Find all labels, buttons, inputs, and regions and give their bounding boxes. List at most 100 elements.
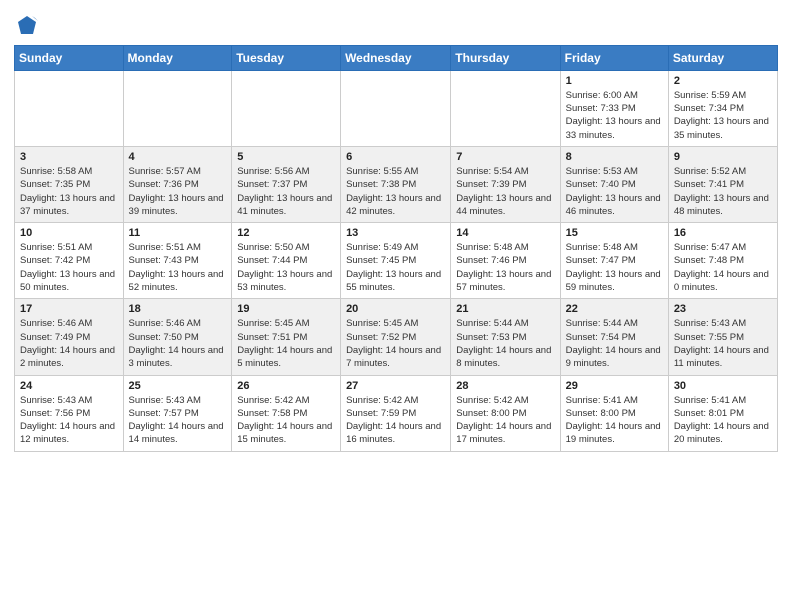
day-info: Sunrise: 6:00 AMSunset: 7:33 PMDaylight:… [566, 89, 663, 142]
calendar-cell: 4Sunrise: 5:57 AMSunset: 7:36 PMDaylight… [123, 146, 232, 222]
logo-icon [16, 14, 38, 36]
day-info: Sunrise: 5:41 AMSunset: 8:00 PMDaylight:… [566, 394, 663, 447]
day-number: 6 [346, 151, 445, 163]
day-number: 29 [566, 380, 663, 392]
weekday-header-sunday: Sunday [15, 45, 124, 70]
day-number: 16 [674, 227, 772, 239]
day-info: Sunrise: 5:49 AMSunset: 7:45 PMDaylight:… [346, 241, 445, 294]
calendar-cell [341, 70, 451, 146]
calendar-cell: 9Sunrise: 5:52 AMSunset: 7:41 PMDaylight… [668, 146, 777, 222]
header [14, 10, 778, 39]
day-number: 11 [129, 227, 227, 239]
calendar-cell: 19 Sunrise: 5:45 AMSunset: 7:51 PMDayligh… [232, 299, 341, 375]
day-number: 3 [20, 151, 118, 163]
day-info: Sunrise: 5:43 AMSunset: 7:57 PMDaylight:… [129, 394, 227, 447]
calendar-cell: 17Sunrise: 5:46 AMSunset: 7:49 PMDayligh… [15, 299, 124, 375]
day-number: 5 [237, 151, 335, 163]
day-info: Sunrise: 5:43 AMSunset: 7:56 PMDaylight:… [20, 394, 118, 447]
weekday-header-thursday: Thursday [451, 45, 560, 70]
day-number: 20 [346, 303, 445, 315]
calendar-cell: 16 Sunrise: 5:47 AMSunset: 7:48 PMDayligh… [668, 223, 777, 299]
day-info: Sunrise: 5:59 AMSunset: 7:34 PMDaylight:… [674, 89, 772, 142]
calendar-week-row: 17Sunrise: 5:46 AMSunset: 7:49 PMDayligh… [15, 299, 778, 375]
calendar-cell: 26 Sunrise: 5:42 AMSunset: 7:58 PMDayligh… [232, 375, 341, 451]
day-info: Sunrise: 5:44 AMSunset: 7:54 PMDaylight:… [566, 317, 663, 370]
calendar-cell: 29 Sunrise: 5:41 AMSunset: 8:00 PMDayligh… [560, 375, 668, 451]
page: SundayMondayTuesdayWednesdayThursdayFrid… [0, 0, 792, 462]
day-info: Sunrise: 5:42 AMSunset: 7:58 PMDaylight:… [237, 394, 335, 447]
calendar-cell: 30 Sunrise: 5:41 AMSunset: 8:01 PMDayligh… [668, 375, 777, 451]
calendar-cell: 20 Sunrise: 5:45 AMSunset: 7:52 PMDayligh… [341, 299, 451, 375]
day-number: 27 [346, 380, 445, 392]
day-number: 23 [674, 303, 772, 315]
day-info: Sunrise: 5:44 AMSunset: 7:53 PMDaylight:… [456, 317, 554, 370]
day-info: Sunrise: 5:57 AMSunset: 7:36 PMDaylight:… [129, 165, 227, 218]
day-number: 12 [237, 227, 335, 239]
day-number: 21 [456, 303, 554, 315]
day-number: 15 [566, 227, 663, 239]
day-info: Sunrise: 5:46 AMSunset: 7:50 PMDaylight:… [129, 317, 227, 370]
calendar-cell: 8 Sunrise: 5:53 AMSunset: 7:40 PMDaylight… [560, 146, 668, 222]
day-number: 19 [237, 303, 335, 315]
logo [14, 14, 38, 39]
day-number: 2 [674, 75, 772, 87]
day-info: Sunrise: 5:51 AMSunset: 7:42 PMDaylight:… [20, 241, 118, 294]
day-info: Sunrise: 5:48 AMSunset: 7:46 PMDaylight:… [456, 241, 554, 294]
calendar-cell [123, 70, 232, 146]
day-number: 14 [456, 227, 554, 239]
weekday-header-row: SundayMondayTuesdayWednesdayThursdayFrid… [15, 45, 778, 70]
weekday-header-friday: Friday [560, 45, 668, 70]
calendar-cell [232, 70, 341, 146]
day-info: Sunrise: 5:46 AMSunset: 7:49 PMDaylight:… [20, 317, 118, 370]
calendar-cell: 12 Sunrise: 5:50 AMSunset: 7:44 PMDayligh… [232, 223, 341, 299]
calendar-cell: 27 Sunrise: 5:42 AMSunset: 7:59 PMDayligh… [341, 375, 451, 451]
day-number: 28 [456, 380, 554, 392]
calendar-cell [451, 70, 560, 146]
day-number: 22 [566, 303, 663, 315]
day-info: Sunrise: 5:55 AMSunset: 7:38 PMDaylight:… [346, 165, 445, 218]
calendar-cell: 7Sunrise: 5:54 AMSunset: 7:39 PMDaylight… [451, 146, 560, 222]
day-number: 8 [566, 151, 663, 163]
calendar-cell: 1Sunrise: 6:00 AMSunset: 7:33 PMDaylight… [560, 70, 668, 146]
calendar-cell: 3 Sunrise: 5:58 AMSunset: 7:35 PMDaylight… [15, 146, 124, 222]
calendar-cell: 25 Sunrise: 5:43 AMSunset: 7:57 PMDayligh… [123, 375, 232, 451]
day-number: 25 [129, 380, 227, 392]
calendar-cell: 21 Sunrise: 5:44 AMSunset: 7:53 PMDayligh… [451, 299, 560, 375]
day-info: Sunrise: 5:56 AMSunset: 7:37 PMDaylight:… [237, 165, 335, 218]
weekday-header-tuesday: Tuesday [232, 45, 341, 70]
day-number: 24 [20, 380, 118, 392]
day-info: Sunrise: 5:41 AMSunset: 8:01 PMDaylight:… [674, 394, 772, 447]
calendar-cell: 6 Sunrise: 5:55 AMSunset: 7:38 PMDaylight… [341, 146, 451, 222]
calendar-cell: 11Sunrise: 5:51 AMSunset: 7:43 PMDayligh… [123, 223, 232, 299]
day-info: Sunrise: 5:50 AMSunset: 7:44 PMDaylight:… [237, 241, 335, 294]
calendar-cell: 10Sunrise: 5:51 AMSunset: 7:42 PMDayligh… [15, 223, 124, 299]
weekday-header-monday: Monday [123, 45, 232, 70]
day-number: 30 [674, 380, 772, 392]
calendar-cell: 24 Sunrise: 5:43 AMSunset: 7:56 PMDayligh… [15, 375, 124, 451]
day-info: Sunrise: 5:43 AMSunset: 7:55 PMDaylight:… [674, 317, 772, 370]
calendar-cell: 13Sunrise: 5:49 AMSunset: 7:45 PMDayligh… [341, 223, 451, 299]
day-number: 7 [456, 151, 554, 163]
day-info: Sunrise: 5:45 AMSunset: 7:51 PMDaylight:… [237, 317, 335, 370]
day-info: Sunrise: 5:45 AMSunset: 7:52 PMDaylight:… [346, 317, 445, 370]
calendar-cell: 18 Sunrise: 5:46 AMSunset: 7:50 PMDayligh… [123, 299, 232, 375]
day-info: Sunrise: 5:42 AMSunset: 7:59 PMDaylight:… [346, 394, 445, 447]
weekday-header-wednesday: Wednesday [341, 45, 451, 70]
calendar-cell: 5 Sunrise: 5:56 AMSunset: 7:37 PMDaylight… [232, 146, 341, 222]
calendar-cell: 15 Sunrise: 5:48 AMSunset: 7:47 PMDayligh… [560, 223, 668, 299]
calendar-cell [15, 70, 124, 146]
calendar-cell: 23 Sunrise: 5:43 AMSunset: 7:55 PMDayligh… [668, 299, 777, 375]
calendar-cell: 14 Sunrise: 5:48 AMSunset: 7:46 PMDayligh… [451, 223, 560, 299]
day-number: 26 [237, 380, 335, 392]
calendar-week-row: 10Sunrise: 5:51 AMSunset: 7:42 PMDayligh… [15, 223, 778, 299]
calendar-week-row: 24 Sunrise: 5:43 AMSunset: 7:56 PMDayligh… [15, 375, 778, 451]
day-info: Sunrise: 5:53 AMSunset: 7:40 PMDaylight:… [566, 165, 663, 218]
day-info: Sunrise: 5:47 AMSunset: 7:48 PMDaylight:… [674, 241, 772, 294]
calendar-week-row: 1Sunrise: 6:00 AMSunset: 7:33 PMDaylight… [15, 70, 778, 146]
day-number: 18 [129, 303, 227, 315]
calendar-week-row: 3 Sunrise: 5:58 AMSunset: 7:35 PMDaylight… [15, 146, 778, 222]
day-info: Sunrise: 5:58 AMSunset: 7:35 PMDaylight:… [20, 165, 118, 218]
day-number: 9 [674, 151, 772, 163]
calendar-cell: 28Sunrise: 5:42 AMSunset: 8:00 PMDayligh… [451, 375, 560, 451]
day-info: Sunrise: 5:48 AMSunset: 7:47 PMDaylight:… [566, 241, 663, 294]
